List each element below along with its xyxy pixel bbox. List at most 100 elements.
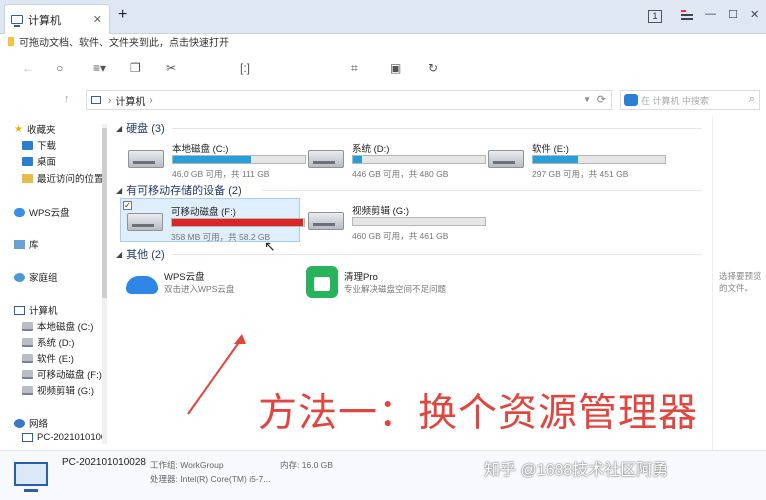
clean-pro-icon <box>306 266 338 298</box>
network-icon <box>14 418 25 428</box>
window-count-badge[interactable]: 1 <box>648 10 662 23</box>
sidebar-item-label: PC-2021010100 <box>37 432 107 443</box>
checkbox[interactable]: ✓ <box>123 201 132 210</box>
computer-icon <box>91 96 101 104</box>
group-title: 硬盘 (3) <box>126 123 165 135</box>
up-arrow-icon[interactable]: ↑ <box>64 93 70 105</box>
sidebar-item-label: 本地磁盘 (C:) <box>37 322 94 333</box>
copy-icon[interactable]: ❐ <box>130 61 141 75</box>
annotation-arrow-icon <box>187 334 246 415</box>
group-removable[interactable]: ◢ 有可移动存储的设备 (2) <box>116 182 242 198</box>
sidebar-item-drive-f[interactable]: 可移动磁盘 (F:) <box>22 367 102 381</box>
sidebar-item-drive-d[interactable]: 系统 (D:) <box>22 335 74 349</box>
drive-info: 446 GB 可用，共 480 GB <box>352 169 449 179</box>
chevron-down-icon[interactable]: ▼ <box>583 95 591 104</box>
drive-icon <box>22 369 33 379</box>
close-window-button[interactable]: ✕ <box>750 8 759 21</box>
sidebar-item-homegroup[interactable]: 家庭组 <box>14 270 58 284</box>
refresh-icon[interactable]: ⟳ <box>597 93 606 106</box>
group-hard-disks[interactable]: ◢ 硬盘 (3) <box>116 120 165 136</box>
tab-bar: 计算机 ✕ + 1 — ☐ ✕ <box>0 0 766 34</box>
annotation-text: 方法一：换个资源管理器 <box>258 391 699 436</box>
sidebar-item-label: 可移动磁盘 (F:) <box>37 370 102 381</box>
crop-icon[interactable]: ⌗ <box>351 61 358 76</box>
sidebar-item-library[interactable]: 库 <box>14 237 39 251</box>
breadcrumb-computer[interactable]: 计算机 <box>115 93 145 108</box>
sidebar-item-wps-cloud[interactable]: WPS云盘 <box>14 205 70 219</box>
sidebar-item-network[interactable]: 网络 <box>14 416 48 430</box>
maximize-button[interactable]: ☐ <box>728 8 738 21</box>
sidebar-item-favorites[interactable]: ★ 收藏夹 <box>14 122 55 137</box>
group-other[interactable]: ◢ 其他 (2) <box>116 246 165 262</box>
workgroup-value: WorkGroup <box>180 460 224 470</box>
sidebar-item-drive-c[interactable]: 本地磁盘 (C:) <box>22 319 93 333</box>
bookmark-icon <box>8 36 14 46</box>
refresh-icon[interactable]: ↻ <box>428 61 438 75</box>
sidebar-item-label: 计算机 <box>29 306 58 317</box>
drive-name: 软件 (E:) <box>532 144 569 155</box>
drive-icon <box>128 150 164 168</box>
sidebar-item-computer[interactable]: 计算机 <box>14 303 58 317</box>
usage-bar <box>532 155 666 164</box>
app-wps-cloud[interactable]: WPS云盘 双击进入WPS云盘 <box>124 264 324 304</box>
menu-icon[interactable] <box>681 10 693 22</box>
search-icon[interactable]: ⌕ <box>749 93 755 106</box>
back-icon[interactable]: ← <box>22 61 34 75</box>
usage-bar <box>171 218 305 227</box>
drive-icon <box>127 213 163 231</box>
sidebar-item-label: 家庭组 <box>29 273 58 284</box>
drive-f[interactable]: ✓ 可移动磁盘 (F:) 358 MB 可用，共 58.2 GB <box>120 198 305 242</box>
computer-icon <box>22 433 33 442</box>
drive-g[interactable]: 视频剪辑 (G:) 460 GB 可用，共 461 GB <box>302 198 486 242</box>
toolbar: ← ○ ≡▾ ❐ ✂ [:] ⌗ ▣ ↻ <box>0 55 766 81</box>
select-icon[interactable]: [:] <box>240 61 250 75</box>
sidebar-item-label: 最近访问的位置 <box>37 174 104 185</box>
drive-icon <box>308 212 344 230</box>
sidebar-item-downloads[interactable]: 下载 <box>22 138 56 152</box>
cut-icon[interactable]: ✂ <box>166 61 176 75</box>
computer-name: PC-202101010028 <box>62 457 146 468</box>
preview-hint-line: 选择要预览 <box>719 271 762 281</box>
sidebar-item-label: WPS云盘 <box>29 208 70 219</box>
drive-name: 可移动磁盘 (F:) <box>171 207 236 218</box>
drive-icon <box>22 337 33 347</box>
sidebar-item-label: 库 <box>29 240 39 251</box>
sidebar-item-drive-e[interactable]: 软件 (E:) <box>22 351 74 365</box>
drive-e[interactable]: 软件 (E:) 297 GB 可用，共 451 GB <box>482 136 666 180</box>
new-tab-button[interactable]: + <box>118 7 127 23</box>
sidebar-item-recent[interactable]: 最近访问的位置 <box>22 171 104 185</box>
tab-close-icon[interactable]: ✕ <box>93 13 102 26</box>
drive-info: 46.0 GB 可用，共 111 GB <box>172 169 270 179</box>
drive-info: 460 GB 可用，共 461 GB <box>352 231 449 241</box>
collapse-arrow-icon[interactable]: ◢ <box>116 250 122 259</box>
sidebar-item-pc[interactable]: PC-2021010100 <box>22 432 106 443</box>
sidebar-item-label: 视频剪辑 (G:) <box>37 386 94 397</box>
save-icon[interactable]: ▣ <box>390 61 401 75</box>
computer-icon <box>14 305 25 315</box>
computer-icon <box>11 15 23 27</box>
preview-hint: 选择要预览 的文件。 <box>719 270 762 294</box>
sidebar-item-label: 网络 <box>29 419 49 430</box>
collapse-arrow-icon[interactable]: ◢ <box>116 186 122 195</box>
address-row: ↑ › 计算机 › ▼ ⟳ 在 计算机 中搜索 ⌕ <box>0 88 766 112</box>
drive-name: 系统 (D:) <box>352 144 390 155</box>
app-desc: 专业解决磁盘空间不足问题 <box>344 284 447 294</box>
tab-computer[interactable]: 计算机 ✕ <box>4 4 110 34</box>
circle-icon[interactable]: ○ <box>56 61 63 75</box>
address-bar[interactable]: › 计算机 › ▼ ⟳ <box>86 90 612 110</box>
list-view-icon[interactable]: ≡▾ <box>93 61 106 75</box>
cpu-value: Intel(R) Core(TM) i5-7... <box>180 474 271 484</box>
search-box[interactable]: 在 计算机 中搜索 ⌕ <box>620 90 760 110</box>
usage-bar <box>352 217 486 226</box>
search-engine-icon[interactable] <box>624 94 638 106</box>
download-icon <box>22 140 33 150</box>
sidebar-item-drive-g[interactable]: 视频剪辑 (G:) <box>22 383 94 397</box>
drive-d[interactable]: 系统 (D:) 446 GB 可用，共 480 GB <box>302 136 486 180</box>
sidebar-scrollbar[interactable] <box>102 124 107 444</box>
mouse-cursor-icon: ↖ <box>264 238 276 254</box>
sidebar-item-desktop[interactable]: 桌面 <box>22 154 56 168</box>
app-clean-pro[interactable]: 清理Pro 专业解决磁盘空间不足问题 <box>304 264 504 304</box>
drive-c[interactable]: 本地磁盘 (C:) 46.0 GB 可用，共 111 GB <box>122 136 306 180</box>
collapse-arrow-icon[interactable]: ◢ <box>116 124 122 133</box>
minimize-button[interactable]: — <box>705 8 716 20</box>
